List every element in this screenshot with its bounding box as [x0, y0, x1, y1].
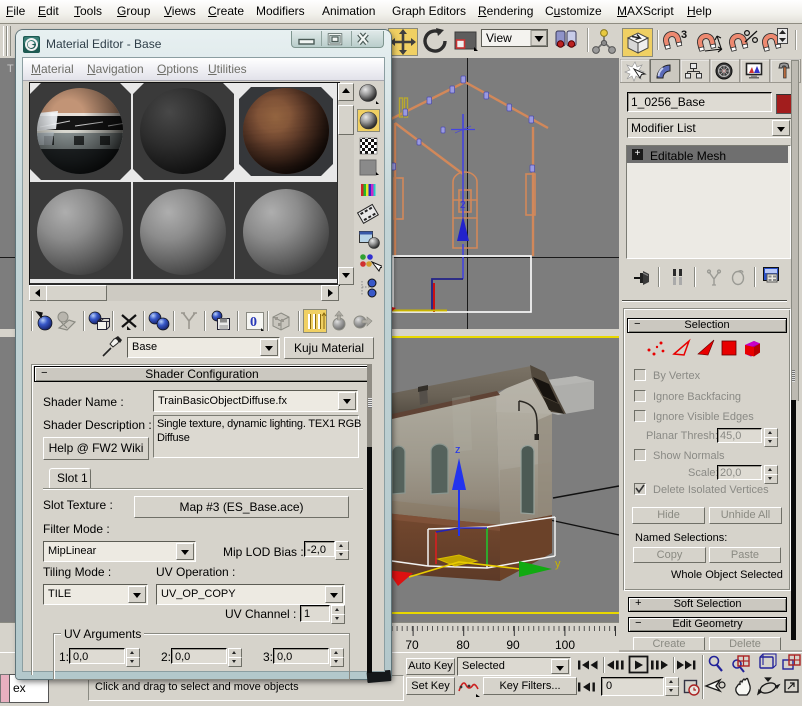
svg-text:y: y — [555, 558, 561, 570]
svg-text:100: 100 — [555, 638, 575, 652]
svg-text:View: View — [486, 31, 512, 45]
svg-text:z: z — [455, 444, 461, 456]
svg-text:T: T — [7, 63, 14, 75]
svg-text:90: 90 — [506, 638, 520, 652]
svg-text:0: 0 — [250, 315, 257, 330]
svg-text:70: 70 — [405, 638, 419, 652]
svg-text:2: 2 — [460, 200, 466, 211]
svg-text:80: 80 — [456, 638, 470, 652]
svg-text:3: 3 — [681, 29, 687, 41]
